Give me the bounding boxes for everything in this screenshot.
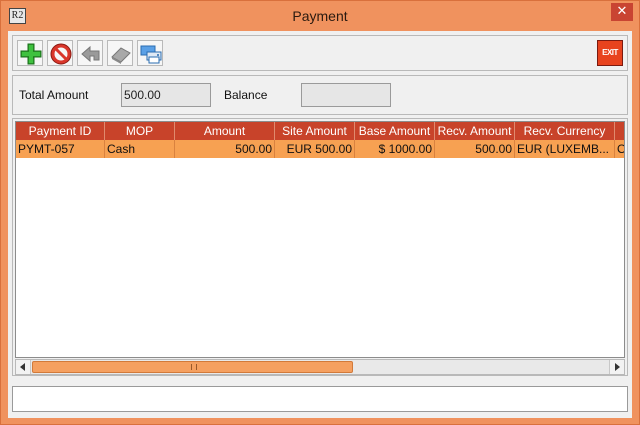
column-header[interactable]: Payment ID — [16, 122, 105, 140]
balance-field[interactable] — [301, 83, 391, 107]
balance-label: Balance — [224, 88, 268, 102]
mop-cell: Cash — [105, 140, 175, 158]
recv-currency-cell: EUR (LUXEMB... — [515, 140, 615, 158]
overflow-cell: O — [615, 140, 624, 158]
table-header: Payment ID MOP Amount Site Amount Base A… — [16, 122, 624, 140]
site-amount-cell: EUR 500.00 — [275, 140, 355, 158]
column-header[interactable]: Recv. Currency — [515, 122, 615, 140]
status-bar — [12, 386, 628, 412]
title-bar[interactable]: R2 Payment ✕ — [1, 1, 639, 31]
add-button[interactable] — [17, 40, 43, 66]
column-header[interactable] — [615, 122, 624, 140]
delete-button[interactable] — [107, 40, 133, 66]
close-button[interactable]: ✕ — [611, 3, 633, 21]
total-amount-field[interactable]: 500.00 — [121, 83, 211, 107]
back-button[interactable] — [77, 40, 103, 66]
print-button[interactable] — [137, 40, 163, 66]
amount-cell: 500.00 — [175, 140, 275, 158]
payments-panel: Payment ID MOP Amount Site Amount Base A… — [12, 118, 628, 376]
base-amount-cell: $ 1000.00 — [355, 140, 435, 158]
payments-table: Payment ID MOP Amount Site Amount Base A… — [15, 121, 625, 358]
add-icon — [20, 43, 42, 65]
scroll-thumb[interactable] — [32, 361, 353, 373]
horizontal-scrollbar[interactable] — [15, 359, 625, 375]
total-amount-label: Total Amount — [19, 88, 89, 102]
grip-icon — [191, 364, 197, 370]
eraser-icon — [111, 47, 131, 64]
column-header[interactable]: Base Amount — [355, 122, 435, 140]
print-icon — [140, 45, 162, 64]
column-header[interactable]: MOP — [105, 122, 175, 140]
payment-id-cell: PYMT-057 — [16, 140, 105, 158]
totals-panel: Total Amount 500.00 Balance — [12, 75, 628, 115]
cancel-icon — [50, 43, 72, 65]
toolbar: EXIT — [12, 35, 628, 71]
exit-button[interactable]: EXIT — [597, 40, 623, 66]
client-area: EXIT Total Amount 500.00 Balance Payment… — [8, 31, 632, 418]
back-icon — [81, 45, 100, 63]
column-header[interactable]: Amount — [175, 122, 275, 140]
scroll-left-button[interactable] — [16, 360, 31, 374]
payment-window: R2 Payment ✕ EXIT Total Amount 500.00 Ba… — [0, 0, 640, 425]
table-row[interactable]: PYMT-057 Cash 500.00 EUR 500.00 $ 1000.0… — [16, 140, 624, 158]
cancel-button[interactable] — [47, 40, 73, 66]
arrow-left-icon — [20, 363, 25, 371]
column-header[interactable]: Site Amount — [275, 122, 355, 140]
column-header[interactable]: Recv. Amount — [435, 122, 515, 140]
scroll-right-button[interactable] — [609, 360, 624, 374]
arrow-right-icon — [615, 363, 620, 371]
window-title: Payment — [292, 8, 348, 24]
recv-amount-cell: 500.00 — [435, 140, 515, 158]
